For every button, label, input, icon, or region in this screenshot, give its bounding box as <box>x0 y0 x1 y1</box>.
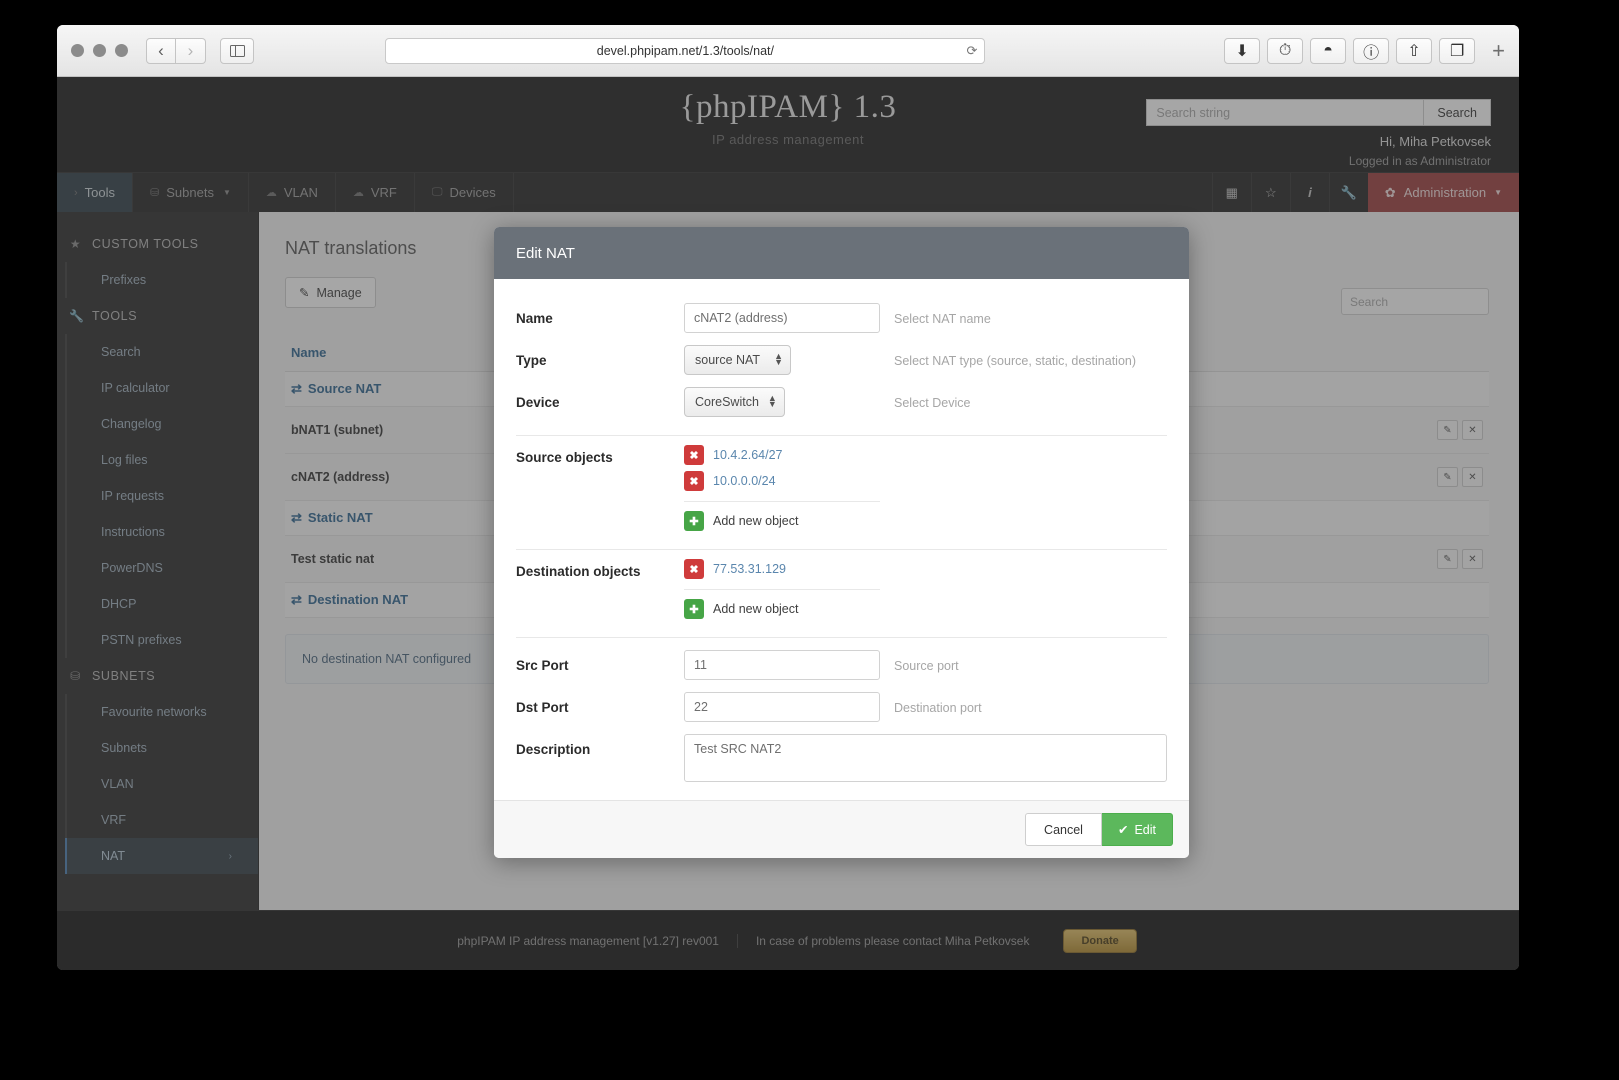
remove-icon[interactable]: ✖ <box>684 559 704 579</box>
field-row-destination-objects: Destination objects ✖ 77.53.31.129 ✚ Add… <box>516 550 1167 625</box>
phpipam-page: {phpIPAM} 1.3 IP address management Sear… <box>57 77 1519 970</box>
device-label: Device <box>516 395 560 410</box>
address-bar[interactable]: devel.phpipam.net/1.3/tools/nat/ ⟳ <box>385 37 986 64</box>
chevron-updown-icon: ▲ ▼ <box>774 351 783 367</box>
browser-window: ‹ › devel.phpipam.net/1.3/tools/nat/ ⟳ ⬇… <box>57 25 1519 970</box>
remove-icon[interactable]: ✖ <box>684 445 704 465</box>
source-object-link[interactable]: 10.0.0.0/24 <box>713 474 776 488</box>
field-row-src-port: Src Port Source port <box>516 638 1167 686</box>
field-row-name: Name Select NAT name <box>516 297 1167 339</box>
modal-body: Name Select NAT name Type source NAT ▲▼ <box>494 279 1189 800</box>
src-port-input[interactable] <box>684 650 880 680</box>
source-objects-label: Source objects <box>516 450 613 465</box>
field-row-type: Type source NAT ▲ ▼ Select NAT type (sour… <box>516 339 1167 381</box>
chevron-updown-icon: ▲ ▼ <box>767 393 777 409</box>
field-row-device: Device CoreSwitch ▲ ▼ Select Device <box>516 381 1167 423</box>
minimize-window-button[interactable] <box>93 44 106 57</box>
device-hint: Select Device <box>894 396 971 410</box>
dst-port-label: Dst Port <box>516 700 569 715</box>
destination-objects-list: ✖ 77.53.31.129 ✚ Add new object <box>684 556 880 619</box>
device-select[interactable]: CoreSwitch ▲ ▼ <box>684 387 785 417</box>
url-text: devel.phpipam.net/1.3/tools/nat/ <box>596 43 774 58</box>
device-value: CoreSwitch <box>695 395 759 409</box>
modal-title: Edit NAT <box>516 244 575 262</box>
add-destination-object-row[interactable]: ✚ Add new object <box>684 589 880 619</box>
window-controls[interactable] <box>71 44 128 57</box>
source-object-link[interactable]: 10.4.2.64/27 <box>713 448 783 462</box>
new-tab-button[interactable]: + <box>1492 38 1505 64</box>
edit-nat-modal: Edit NAT Name Select NAT name Type sourc… <box>494 227 1189 858</box>
remove-icon[interactable]: ✖ <box>684 471 704 491</box>
close-window-button[interactable] <box>71 44 84 57</box>
modal-header: Edit NAT <box>494 227 1189 279</box>
source-objects-list: ✖ 10.4.2.64/27 ✖ 10.0.0.0/24 ✚ Add new o… <box>684 442 880 531</box>
description-label: Description <box>516 742 591 757</box>
reload-icon[interactable]: ⟳ <box>966 43 977 59</box>
type-label: Type <box>516 353 547 368</box>
add-source-object-label: Add new object <box>713 514 799 528</box>
check-icon: ✔ <box>1117 823 1129 837</box>
dst-port-hint: Destination port <box>894 701 982 715</box>
field-row-description: Description Test SRC NAT2 <box>516 728 1167 788</box>
field-row-dst-port: Dst Port Destination port <box>516 686 1167 728</box>
browser-titlebar: ‹ › devel.phpipam.net/1.3/tools/nat/ ⟳ ⬇… <box>57 25 1519 77</box>
browser-toolbar: ⬇ ⏱ ◓ ⓘ ⇧ ❐ + <box>1224 37 1505 64</box>
edit-submit-button[interactable]: ✔ Edit <box>1101 813 1173 846</box>
plus-icon[interactable]: ✚ <box>684 511 704 531</box>
name-hint: Select NAT name <box>894 312 991 326</box>
source-object-item: ✖ 10.4.2.64/27 <box>684 442 880 468</box>
navigation-buttons: ‹ › <box>146 37 206 64</box>
destination-objects-label: Destination objects <box>516 564 641 579</box>
src-port-label: Src Port <box>516 658 569 673</box>
forward-button[interactable]: › <box>176 37 206 64</box>
modal-footer: Cancel ✔ Edit <box>494 800 1189 858</box>
download-icon[interactable]: ⬇ <box>1224 37 1261 64</box>
add-source-object-row[interactable]: ✚ Add new object <box>684 501 880 531</box>
name-input[interactable] <box>684 303 880 333</box>
type-value: source NAT <box>695 353 761 367</box>
sidebar-icon <box>229 44 245 57</box>
src-port-hint: Source port <box>894 659 959 673</box>
type-select[interactable]: source NAT ▲ ▼ <box>684 345 791 375</box>
destination-object-item: ✖ 77.53.31.129 <box>684 556 880 582</box>
clock-icon[interactable]: ⏱ <box>1267 37 1304 64</box>
back-button[interactable]: ‹ <box>146 37 176 64</box>
source-object-item: ✖ 10.0.0.0/24 <box>684 468 880 494</box>
field-row-source-objects: Source objects ✖ 10.4.2.64/27 ✖ 10.0.0.0… <box>516 436 1167 537</box>
add-destination-object-label: Add new object <box>713 602 799 616</box>
maximize-window-button[interactable] <box>115 44 128 57</box>
plus-icon[interactable]: ✚ <box>684 599 704 619</box>
description-textarea[interactable]: Test SRC NAT2 <box>684 734 1167 782</box>
info-icon[interactable]: ⓘ <box>1353 37 1390 64</box>
shield-icon[interactable]: ◓ <box>1310 37 1347 64</box>
sidebar-toggle-button[interactable] <box>220 37 254 64</box>
cancel-button[interactable]: Cancel <box>1025 813 1102 846</box>
tabs-icon[interactable]: ❐ <box>1439 37 1476 64</box>
name-label: Name <box>516 311 553 326</box>
dst-port-input[interactable] <box>684 692 880 722</box>
share-icon[interactable]: ⇧ <box>1396 37 1433 64</box>
edit-label: Edit <box>1134 822 1156 837</box>
destination-object-link[interactable]: 77.53.31.129 <box>713 562 786 576</box>
type-hint: Select NAT type (source, static, destina… <box>894 354 1137 368</box>
